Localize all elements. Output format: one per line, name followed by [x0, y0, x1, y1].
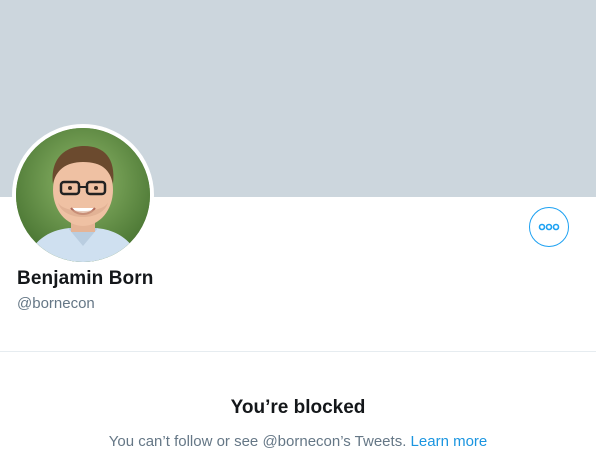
more-dots-icon [538, 223, 560, 231]
blocked-title: You’re blocked [230, 397, 366, 418]
blocked-message: You can’t follow or see @bornecon’s Twee… [0, 433, 596, 450]
avatar[interactable] [12, 124, 154, 266]
more-options-button[interactable] [529, 207, 569, 247]
profile-photo [16, 128, 150, 262]
user-handle: @bornecon [17, 295, 95, 312]
display-name: Benjamin Born [17, 268, 154, 289]
blocked-message-text: You can’t follow or see @bornecon’s Twee… [108, 433, 407, 450]
divider [0, 351, 596, 352]
learn-more-link[interactable]: Learn more [411, 433, 488, 450]
